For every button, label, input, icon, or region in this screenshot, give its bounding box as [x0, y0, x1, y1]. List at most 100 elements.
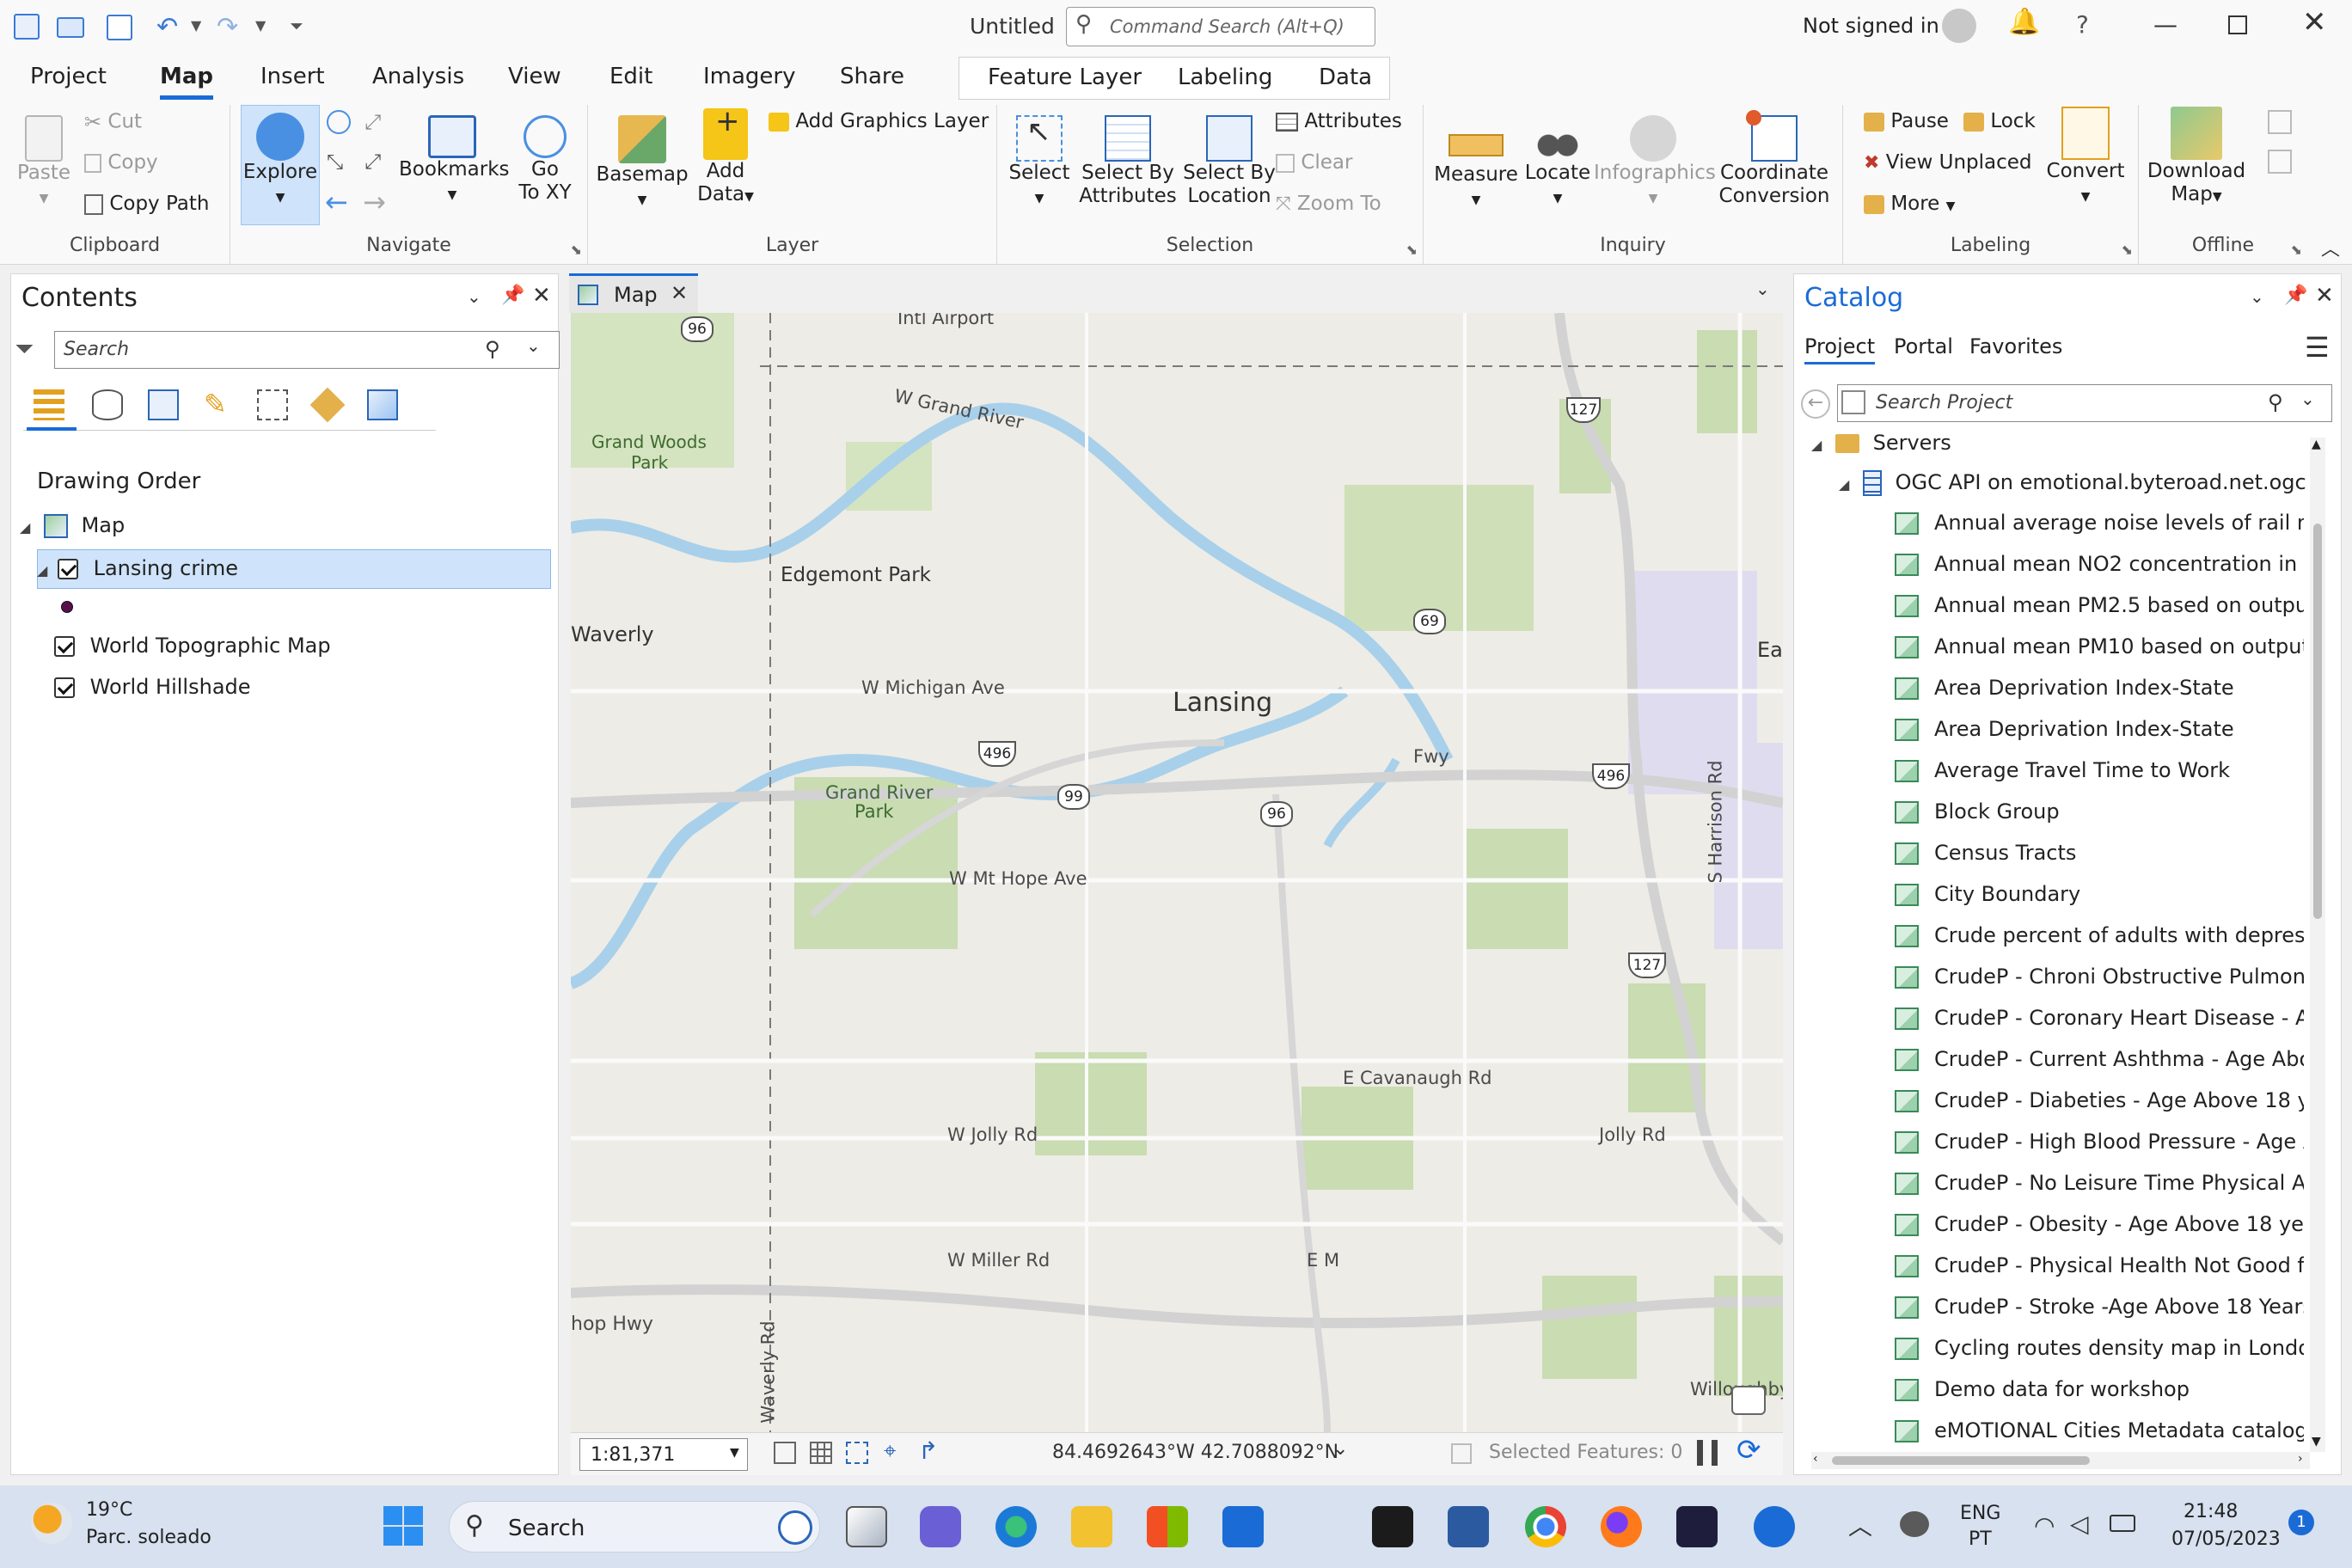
tab-share[interactable]: Share: [840, 64, 904, 89]
scrollbar-thumb[interactable]: [2313, 524, 2322, 919]
customize-toolbar-icon[interactable]: ⏷: [290, 15, 303, 36]
catalog-item[interactable]: Cycling routes density map in London.: [1934, 1336, 2304, 1360]
redo-icon[interactable]: ↷: [217, 12, 238, 42]
undo-dropdown-icon[interactable]: ▼: [191, 17, 201, 34]
teams-chat-icon[interactable]: [920, 1506, 961, 1547]
tab-labeling[interactable]: Labeling: [1178, 64, 1272, 90]
taskbar-search[interactable]: ⚲ Search: [449, 1501, 820, 1553]
select-button[interactable]: ↖ Select ▼: [1004, 115, 1075, 211]
catalog-item[interactable]: Average Travel Time to Work: [1934, 758, 2304, 782]
select-by-location-button[interactable]: Select By Location: [1179, 115, 1279, 208]
avatar[interactable]: [1942, 9, 1976, 43]
task-view-icon[interactable]: [846, 1506, 887, 1547]
language-2[interactable]: PT: [1969, 1528, 1992, 1550]
measure-button[interactable]: Measure ▼: [1430, 126, 1522, 212]
tab-analysis[interactable]: Analysis: [372, 64, 464, 89]
navigator-icon[interactable]: [1731, 1386, 1766, 1415]
powershell-icon[interactable]: [1448, 1506, 1489, 1547]
add-data-button[interactable]: + Add Data▼: [689, 107, 762, 209]
labeling-options-icon[interactable]: ⬊: [2122, 242, 2133, 258]
paste-button[interactable]: Paste ▼: [14, 115, 74, 211]
clear-selection-button[interactable]: Clear: [1276, 151, 1352, 174]
zoom-out-fixed-icon[interactable]: ⤢: [364, 150, 381, 174]
expand-icon[interactable]: ◢: [37, 562, 47, 579]
select-by-attributes-button[interactable]: Select By Attributes: [1076, 115, 1179, 208]
catalog-item[interactable]: Annual mean PM10 based on output are: [1934, 634, 2304, 658]
pause-labeling-button[interactable]: Pause: [1864, 110, 1949, 132]
collapse-icon[interactable]: ◢: [1811, 437, 1822, 453]
tray-overflow-icon[interactable]: ︿: [1848, 1508, 1872, 1542]
back-icon[interactable]: ←: [1801, 389, 1830, 419]
close-map-tab-icon[interactable]: ✕: [671, 281, 688, 305]
grid-icon[interactable]: [810, 1442, 832, 1464]
tab-edit[interactable]: Edit: [609, 64, 652, 89]
tab-feature-layer[interactable]: Feature Layer: [988, 64, 1142, 90]
catalog-tab-project[interactable]: Project: [1804, 334, 1876, 364]
catalog-item[interactable]: CrudeP - Coronary Heart Disease - Age: [1934, 1006, 2304, 1030]
tab-imagery[interactable]: Imagery: [703, 64, 796, 89]
edge-browser-icon[interactable]: [995, 1506, 1037, 1547]
catalog-item[interactable]: Crude percent of adults with depression: [1934, 923, 2304, 947]
list-by-editing-icon[interactable]: ✎: [204, 388, 227, 420]
list-by-source-icon[interactable]: [92, 389, 123, 420]
list-by-drawing-order-icon[interactable]: [34, 389, 64, 420]
crosshair-toggle-icon[interactable]: ⌖: [884, 1438, 897, 1465]
tab-list-chevron-icon[interactable]: ⌄: [1755, 279, 1770, 299]
sync-icon[interactable]: [2268, 110, 2292, 134]
attributes-button[interactable]: Attributes: [1276, 110, 1402, 132]
world-topographic-layer[interactable]: World Topographic Map: [54, 634, 331, 658]
account-label[interactable]: Not signed in: [1803, 14, 1939, 38]
clock-date[interactable]: 07/05/2023: [2171, 1528, 2281, 1550]
lock-labeling-button[interactable]: Lock: [1963, 110, 2036, 132]
catalog-item[interactable]: eMOTIONAL Cities Metadata catalog: [1934, 1418, 2304, 1442]
offline-options-icon[interactable]: ⬊: [2291, 242, 2302, 258]
list-by-labeling-icon[interactable]: [309, 387, 346, 423]
arcgis-pro-icon[interactable]: [1754, 1506, 1795, 1547]
firefox-icon[interactable]: [1601, 1506, 1642, 1547]
volume-icon[interactable]: ◁: [2070, 1510, 2089, 1538]
world-hillshade-layer[interactable]: World Hillshade: [54, 675, 251, 699]
pause-drawing-icon[interactable]: [1697, 1440, 1718, 1466]
view-unplaced-button[interactable]: ✖ View Unplaced: [1864, 151, 2032, 174]
weather-temp[interactable]: 19°C: [86, 1499, 132, 1521]
list-by-snapping-icon[interactable]: [257, 389, 288, 420]
catalog-item[interactable]: Annual average noise levels of rail nois…: [1934, 511, 2304, 535]
chrome-icon[interactable]: [1525, 1506, 1566, 1547]
catalog-hscrollbar[interactable]: ‹ ›: [1811, 1452, 2310, 1469]
catalog-item[interactable]: Demo data for workshop: [1934, 1377, 2304, 1401]
coordinate-conversion-button[interactable]: Coordinate Conversion: [1712, 110, 1836, 208]
catalog-scrollbar[interactable]: ▲ ▼: [2310, 438, 2325, 1452]
pin-icon[interactable]: 📌: [501, 285, 524, 306]
catalog-item[interactable]: Census Tracts: [1934, 841, 2304, 865]
microsoft-store-icon[interactable]: [1147, 1506, 1188, 1547]
notification-bell-icon[interactable]: 🔔: [2008, 7, 2040, 37]
remove-offline-icon[interactable]: [2268, 150, 2292, 174]
snapping-icon[interactable]: [846, 1442, 868, 1464]
basemap-button[interactable]: Basemap ▼: [595, 115, 689, 212]
point-symbol-icon[interactable]: [61, 601, 73, 613]
tray-network-status-icon[interactable]: [1900, 1511, 1929, 1537]
scroll-right-icon[interactable]: ›: [2298, 1452, 2303, 1466]
servers-node[interactable]: ◢ Servers: [1811, 431, 1951, 455]
tab-map[interactable]: Map: [160, 64, 214, 100]
next-extent-icon[interactable]: →: [363, 186, 386, 218]
fixed-extent-icon[interactable]: [774, 1442, 796, 1464]
go-to-xy-button[interactable]: Go To XY: [509, 115, 581, 205]
world-hillshade-visibility-checkbox[interactable]: [54, 677, 75, 698]
dialog-launcher-icon[interactable]: ⬊: [571, 242, 582, 258]
hscrollbar-thumb[interactable]: [1832, 1456, 2090, 1465]
server-connection-node[interactable]: ◢ OGC API on emotional.byteroad.net.ogc: [1839, 470, 2306, 496]
terminal-icon[interactable]: [1372, 1506, 1413, 1547]
open-folder-icon[interactable]: [57, 17, 84, 38]
catalog-item[interactable]: CrudeP - Diabeties - Age Above 18 year: [1934, 1088, 2304, 1112]
contents-search-input[interactable]: Search ⚲ ⌄: [54, 331, 560, 369]
command-search[interactable]: ⚲ Command Search (Alt+Q): [1066, 7, 1375, 46]
full-extent-icon[interactable]: [327, 110, 351, 134]
tab-data[interactable]: Data: [1319, 64, 1372, 90]
catalog-tab-portal[interactable]: Portal: [1894, 334, 1953, 358]
close-pane-icon[interactable]: ✕: [532, 283, 551, 309]
minimize-icon[interactable]: —: [2153, 10, 2177, 39]
list-by-selection-icon[interactable]: [148, 389, 179, 420]
scroll-down-icon[interactable]: ▼: [2312, 1435, 2321, 1449]
filter-icon[interactable]: ⏷: [15, 334, 34, 364]
